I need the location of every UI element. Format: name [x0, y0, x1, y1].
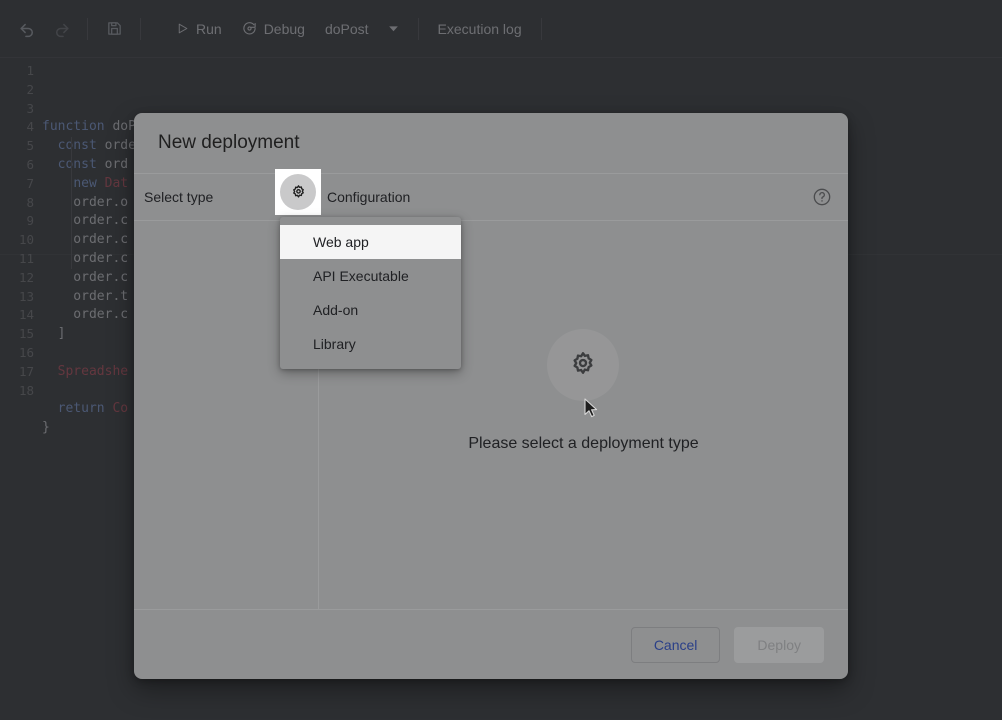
cancel-button[interactable]: Cancel	[631, 627, 721, 663]
menu-item-web-app[interactable]: Web app	[280, 225, 461, 259]
empty-state-text: Please select a deployment type	[468, 435, 698, 453]
dialog-header-row: Select type Configuration	[134, 173, 848, 221]
menu-item-library[interactable]: Library	[280, 327, 461, 361]
deployment-type-picker-button[interactable]	[280, 174, 316, 210]
empty-state-circle	[547, 329, 619, 401]
dialog-body: Please select a deployment type	[134, 221, 848, 609]
new-deployment-dialog: New deployment Select type Configuration	[134, 113, 848, 679]
type-picker-focus-ring	[275, 169, 321, 215]
select-type-label: Select type	[144, 174, 213, 220]
menu-item-add-on[interactable]: Add-on	[280, 293, 461, 327]
gear-icon	[290, 184, 307, 201]
configuration-label: Configuration	[327, 174, 410, 220]
dialog-footer: Cancel Deploy	[134, 609, 848, 679]
dialog-title: New deployment	[134, 113, 848, 173]
menu-item-api-executable[interactable]: API Executable	[280, 259, 461, 293]
deployment-type-menu: Web appAPI ExecutableAdd-onLibrary	[280, 217, 461, 369]
help-circle-icon[interactable]	[812, 174, 832, 220]
empty-state: Please select a deployment type	[468, 329, 698, 453]
gear-icon	[568, 350, 598, 380]
deploy-button[interactable]: Deploy	[734, 627, 824, 663]
